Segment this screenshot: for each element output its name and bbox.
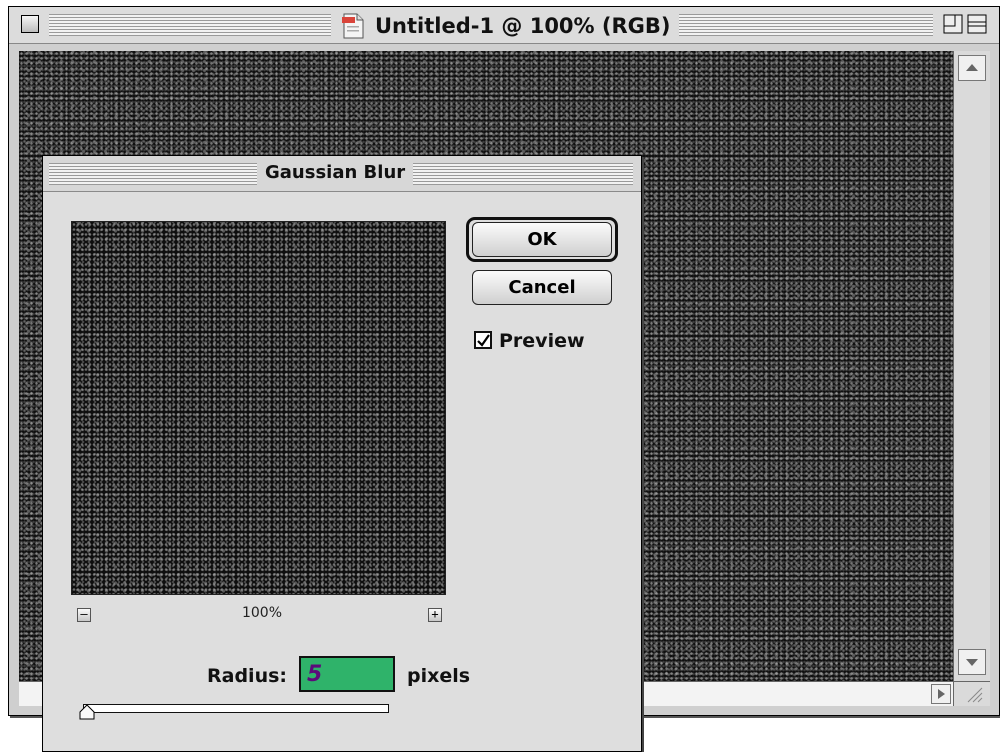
units-label: pixels (407, 665, 471, 687)
vertical-scrollbar[interactable] (953, 51, 990, 681)
ok-button[interactable]: OK (472, 222, 612, 257)
preview-label[interactable]: Preview (499, 330, 585, 352)
collapse-box-icon[interactable] (967, 14, 987, 34)
scroll-right-arrow-icon[interactable] (931, 684, 951, 704)
gaussian-blur-dialog: Gaussian Blur – 100% + OK Cancel Preview… (42, 155, 642, 752)
preview-zoom-level: 100% (241, 605, 283, 621)
zoom-box-icon[interactable] (943, 14, 963, 34)
scroll-up-arrow-icon[interactable] (958, 55, 986, 81)
close-box-icon[interactable] (21, 15, 39, 33)
radius-value: 5 (307, 662, 323, 687)
document-title-group: Untitled-1 @ 100% (RGB) (331, 11, 679, 41)
dialog-title: Gaussian Blur (257, 160, 414, 186)
resize-grip-icon[interactable] (953, 681, 990, 706)
checkmark-icon (477, 334, 490, 347)
photoshop-document-icon (342, 13, 364, 39)
radius-slider-thumb-icon[interactable] (79, 704, 95, 720)
filter-preview-image[interactable] (71, 221, 446, 595)
radius-label: Radius: (207, 665, 287, 687)
cancel-button[interactable]: Cancel (472, 270, 612, 305)
zoom-in-button[interactable]: + (428, 608, 442, 622)
document-title: Untitled-1 @ 100% (RGB) (375, 14, 671, 38)
zoom-out-button[interactable]: – (77, 608, 91, 622)
dialog-title-bar[interactable]: Gaussian Blur (43, 156, 641, 192)
radius-input[interactable]: 5 (299, 656, 395, 692)
preview-checkbox[interactable] (474, 331, 492, 349)
radius-slider-track[interactable] (83, 704, 389, 713)
document-title-bar[interactable]: Untitled-1 @ 100% (RGB) (9, 7, 999, 44)
scroll-down-arrow-icon[interactable] (958, 649, 986, 675)
